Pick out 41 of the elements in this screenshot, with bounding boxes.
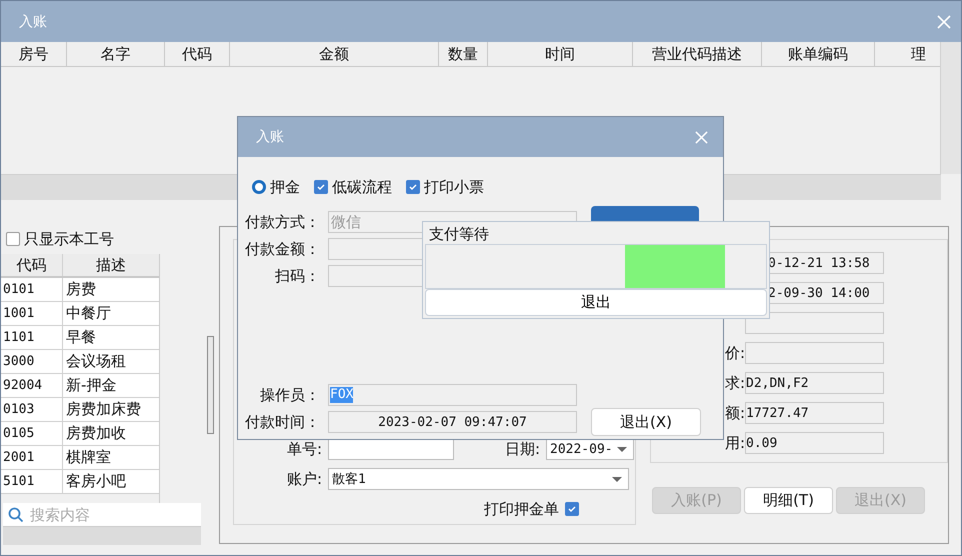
- table-cell-text: 中餐厅: [65, 303, 112, 324]
- option-label: 低碳流程: [332, 178, 392, 196]
- table-cell: 1101: [1, 326, 63, 349]
- field-label: 付款方式：: [244, 212, 320, 232]
- dialog-title: 入账: [256, 128, 284, 146]
- field-label: 扫码：: [274, 266, 320, 286]
- table-cell: 0101: [1, 278, 63, 301]
- table-cell-text: 新-押金: [65, 375, 118, 396]
- popup-title: 支付等待: [428, 224, 490, 244]
- table-cell-text: 房费加床费: [65, 399, 142, 420]
- option-label: 打印小票: [424, 178, 484, 196]
- readonly-field: 17727.47: [745, 402, 884, 424]
- table-cell: 1001: [1, 302, 63, 325]
- table-cell: 5101: [1, 470, 63, 493]
- field-label: 价:: [724, 344, 745, 362]
- table-cell: 2001: [1, 446, 63, 469]
- checkbox-label: 只显示本工号: [24, 230, 114, 248]
- checkbox-label: 打印押金单: [484, 500, 559, 518]
- field-label: 用:: [724, 434, 745, 452]
- readonly-field: D2,DN,F2: [745, 372, 884, 394]
- field-label: 单号:: [286, 440, 322, 458]
- field-label: 日期:: [504, 440, 540, 458]
- table-cell-text: 棋牌室: [65, 447, 112, 468]
- table-cell-text: 会议场租: [65, 351, 127, 372]
- table-cell: 0103: [1, 398, 63, 421]
- field-label: 额:: [724, 404, 745, 422]
- table-cell: 92004: [1, 374, 63, 397]
- option-label: 押金: [270, 178, 300, 196]
- table-cell-text: 房费加收: [65, 423, 127, 444]
- table-cell: 3000: [1, 350, 63, 373]
- readonly-field: 0.09: [745, 432, 884, 454]
- field-label: 付款金额：: [244, 240, 320, 258]
- table-cell: 0105: [1, 422, 63, 445]
- window-title: 入账: [19, 12, 47, 30]
- table-cell-text: 客房小吧: [65, 471, 127, 492]
- field-label: 操作员：: [259, 386, 320, 404]
- field-label: 账户:: [286, 470, 322, 488]
- table-cell-text: 早餐: [65, 327, 97, 348]
- table-cell-text: 房费: [65, 279, 97, 300]
- field-label: 付款时间：: [244, 412, 320, 432]
- field-label: 求:: [724, 374, 745, 392]
